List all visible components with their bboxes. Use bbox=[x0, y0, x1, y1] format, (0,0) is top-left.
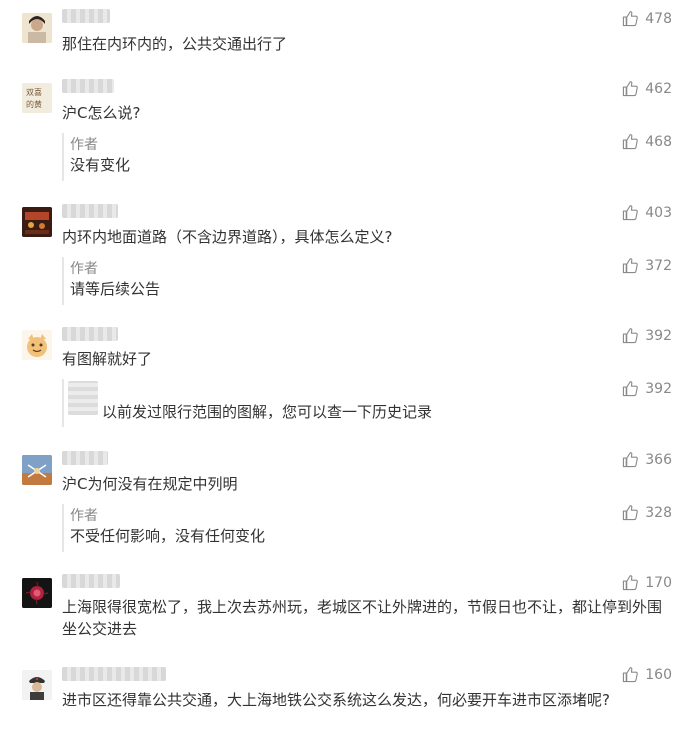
reply-text: 没有变化 bbox=[70, 156, 131, 174]
reply-author-label: 作者 bbox=[70, 137, 98, 153]
reply-author-label: 作者 bbox=[70, 261, 98, 277]
avatar[interactable]: 双喜 的黄 bbox=[22, 83, 52, 113]
nickname-blurred[interactable] bbox=[62, 204, 118, 218]
thumbs-up-icon bbox=[623, 381, 639, 397]
nickname-blurred[interactable] bbox=[62, 667, 166, 681]
like-count: 160 bbox=[645, 666, 672, 683]
thumbs-up-icon bbox=[623, 134, 639, 150]
reply-text: 以前发过限行范围的图解，您可以查一下历史记录 bbox=[102, 403, 433, 421]
thumbs-up-icon bbox=[623, 258, 639, 274]
comment-text: 沪C怎么说? bbox=[62, 104, 141, 122]
like-count: 366 bbox=[645, 451, 672, 468]
thumbs-up-icon bbox=[623, 505, 639, 521]
thumbs-up-icon bbox=[623, 81, 639, 97]
like-button[interactable]: 392 bbox=[622, 327, 672, 344]
comment-text: 上海限得很宽松了，我上次去苏州玩，老城区不让外牌进的，节假日也不让，都让停到外围… bbox=[62, 598, 663, 638]
like-button[interactable]: 160 bbox=[622, 666, 672, 683]
comment-list: 那住在内环内的，公共交通出行了 478 双喜的黄 沪C怎么说? 462 作者 没… bbox=[0, 0, 700, 736]
like-button[interactable]: 366 bbox=[622, 451, 672, 468]
avatar[interactable] bbox=[22, 330, 52, 360]
reply-like-button[interactable]: 392 bbox=[622, 380, 672, 397]
comment-text: 内环内地面道路（不含边界道路），具体怎么定义? bbox=[62, 228, 393, 246]
like-count: 372 bbox=[645, 257, 672, 274]
reply-text: 不受任何影响，没有任何变化 bbox=[70, 527, 266, 545]
reply-text: 请等后续公告 bbox=[70, 280, 161, 298]
nickname-blurred[interactable] bbox=[62, 327, 118, 341]
like-count: 478 bbox=[645, 10, 672, 27]
like-count: 392 bbox=[645, 327, 672, 344]
comment-text: 沪C为何没有在规定中列明 bbox=[62, 475, 238, 493]
thumbs-up-icon bbox=[623, 328, 639, 344]
like-button[interactable]: 478 bbox=[622, 10, 672, 27]
svg-text:的黄: 的黄 bbox=[26, 99, 42, 109]
thumbs-up-icon bbox=[623, 575, 639, 591]
thumbs-up-icon bbox=[623, 205, 639, 221]
svg-text:双喜: 双喜 bbox=[26, 87, 42, 97]
nickname-blurred[interactable] bbox=[62, 451, 108, 465]
like-count: 328 bbox=[645, 504, 672, 521]
reply-like-button[interactable]: 328 bbox=[622, 504, 672, 521]
thumbs-up-icon bbox=[623, 667, 639, 683]
avatar[interactable] bbox=[22, 207, 52, 237]
like-count: 468 bbox=[645, 133, 672, 150]
author-reply: 作者 请等后续公告 bbox=[62, 257, 664, 305]
reply-author-label: 作者 bbox=[70, 508, 98, 524]
reply-like-button[interactable]: 372 bbox=[622, 257, 672, 274]
like-button[interactable]: 462 bbox=[622, 80, 672, 97]
like-button[interactable]: 170 bbox=[622, 574, 672, 591]
like-count: 462 bbox=[645, 80, 672, 97]
avatar[interactable] bbox=[22, 455, 52, 485]
comment-text: 有图解就好了 bbox=[62, 350, 153, 368]
avatar[interactable] bbox=[22, 578, 52, 608]
thumbs-up-icon bbox=[623, 11, 639, 27]
nickname-blurred[interactable] bbox=[62, 79, 114, 93]
like-count: 403 bbox=[645, 204, 672, 221]
author-reply: 作者 没有变化 bbox=[62, 133, 664, 181]
reply-author-blurred[interactable] bbox=[68, 381, 98, 415]
like-count: 392 bbox=[645, 380, 672, 397]
thumbs-up-icon bbox=[623, 452, 639, 468]
comment-text: 那住在内环内的，公共交通出行了 bbox=[62, 35, 288, 53]
reply-like-button[interactable]: 468 bbox=[622, 133, 672, 150]
like-button[interactable]: 403 bbox=[622, 204, 672, 221]
nickname-blurred[interactable] bbox=[62, 574, 120, 588]
avatar[interactable] bbox=[22, 670, 52, 700]
author-reply: 以前发过限行范围的图解，您可以查一下历史记录 bbox=[62, 379, 664, 427]
like-count: 170 bbox=[645, 574, 672, 591]
comment-text: 进市区还得靠公共交通，大上海地铁公交系统这么发达，何必要开车进市区添堵呢? bbox=[62, 691, 610, 709]
author-reply: 作者 不受任何影响，没有任何变化 bbox=[62, 504, 664, 552]
nickname-blurred[interactable] bbox=[62, 9, 110, 23]
avatar[interactable] bbox=[22, 13, 52, 43]
